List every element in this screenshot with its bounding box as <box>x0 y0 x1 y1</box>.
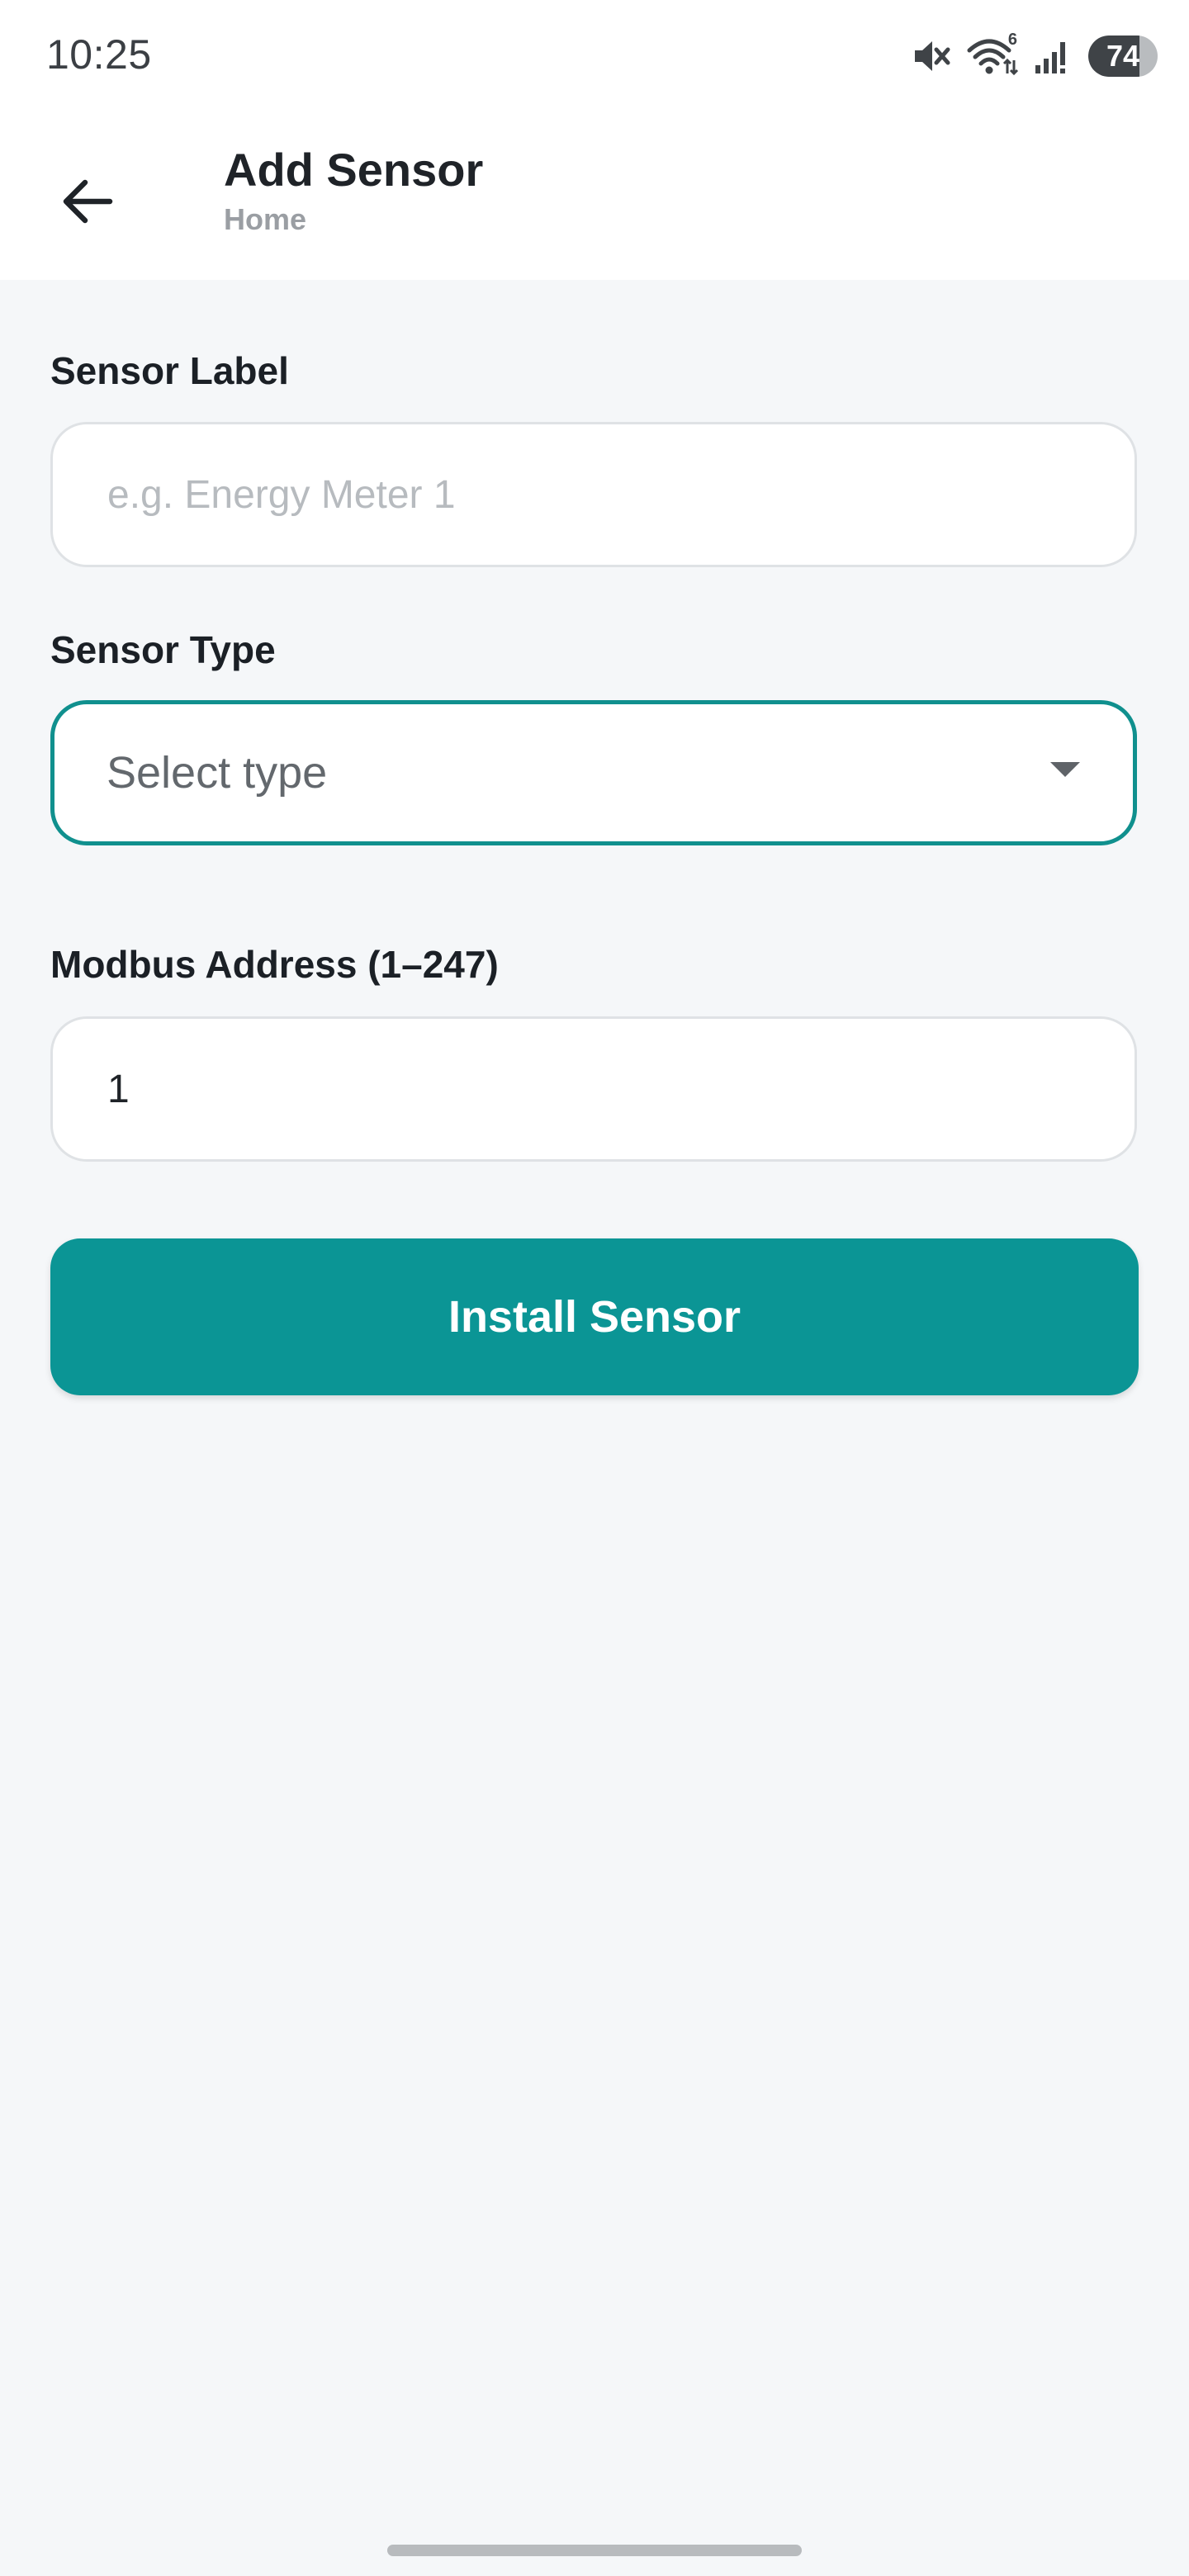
status-icons: 6 74 <box>910 31 1158 79</box>
mute-icon <box>910 36 951 77</box>
status-time: 10:25 <box>46 31 152 78</box>
modbus-address-label: Modbus Address (1–247) <box>50 943 499 986</box>
install-sensor-button[interactable]: Install Sensor <box>50 1238 1139 1395</box>
arrow-left-icon <box>59 173 116 234</box>
wifi-icon: 6 <box>966 31 1019 77</box>
modbus-address-field <box>50 1016 1137 1162</box>
caret-down-icon <box>1049 757 1082 784</box>
sensor-type-value: Select type <box>107 748 328 798</box>
signal-icon <box>1034 36 1073 77</box>
home-indicator[interactable] <box>387 2545 802 2556</box>
sensor-type-label: Sensor Type <box>50 628 276 671</box>
app-bar: Add Sensor Home <box>0 112 1189 280</box>
back-button[interactable] <box>38 154 137 253</box>
page-title: Add Sensor <box>224 144 484 196</box>
page-subtitle: Home <box>224 202 307 236</box>
sensor-label-input[interactable] <box>53 424 1135 565</box>
wifi-badge: 6 <box>1007 31 1017 49</box>
modbus-address-input[interactable] <box>53 1019 1135 1159</box>
battery-icon: 74 <box>1088 36 1158 77</box>
battery-level: 74 <box>1106 39 1140 73</box>
status-bar: 10:25 6 74 <box>0 0 1189 112</box>
sensor-label-label: Sensor Label <box>50 349 289 392</box>
sensor-type-select[interactable]: Select type <box>50 700 1137 845</box>
sensor-label-field <box>50 422 1137 567</box>
